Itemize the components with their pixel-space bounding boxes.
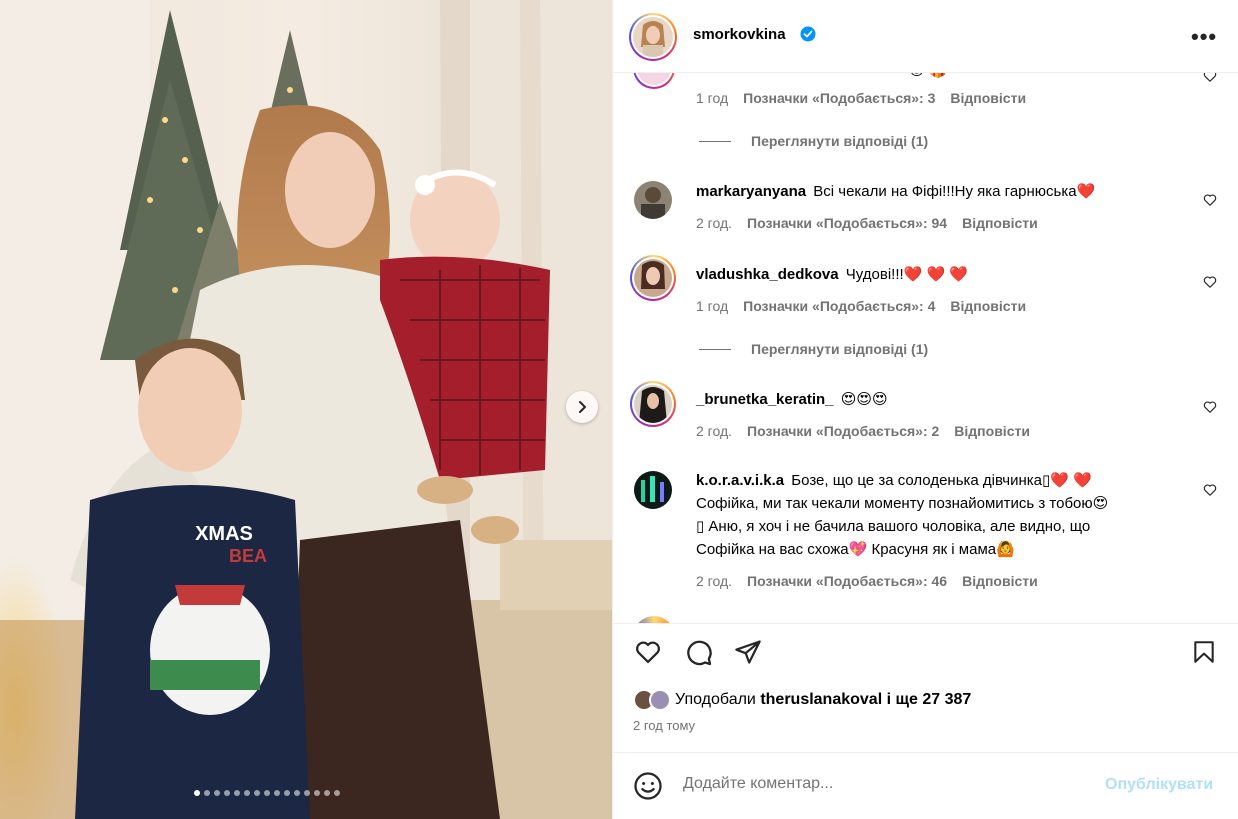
comment-meta: 1 год Позначки «Подобається»: 3 Відповіс… [696,90,1026,106]
comment-text: markaryanyana Всі чекали на Фіфі!!!Ну як… [696,183,1096,200]
comment-meta: 2 год. Позначки «Подобається»: 94 Відпов… [696,215,1038,231]
svg-text:BEA: BEA [229,546,267,566]
chevron-right-icon [579,401,586,413]
author-avatar[interactable] [629,13,677,61]
carousel-dot [244,790,250,796]
author-username[interactable]: smorkovkina [693,26,786,43]
comment-avatar[interactable] [633,180,673,220]
svg-text:XMAS: XMAS [195,523,253,545]
avatar-image [634,385,672,423]
carousel-dot [324,790,330,796]
reply-button[interactable]: Відповісти [954,423,1030,439]
carousel-dot [214,790,220,796]
reply-button[interactable]: Відповісти [962,573,1038,589]
comment-text: ​😌 🎁 [696,73,1186,82]
post-side-panel: smorkovkina ••• ​😌 🎁 1 год Позначки «Под… [612,0,1238,819]
carousel-dot [294,790,300,796]
comment-likes-count[interactable]: Позначки «Подобається»: 4 [743,298,935,314]
view-replies-button[interactable]: Переглянути відповіді (1) [699,133,928,149]
divider-line [699,348,731,350]
comment-time: 1 год [696,90,729,106]
carousel-dot [314,790,320,796]
comment-likes-count[interactable]: Позначки «Подобається»: 94 [747,215,947,231]
liker-avatar [649,689,671,711]
likes-summary[interactable]: Уподобали theruslanakoval і ще 27 387 [633,689,971,711]
family-photo-illustration: XMAS BEA [0,0,612,819]
carousel-dot [234,790,240,796]
comment-meta: 2 год. Позначки «Подобається»: 46 Відпов… [696,573,1038,589]
comment-avatar[interactable] [633,73,675,89]
avatar-image [633,17,673,57]
carousel-indicator [194,790,340,796]
heart-icon[interactable] [1203,275,1217,289]
avatar-image [634,471,672,509]
comment-username[interactable]: markaryanyana [696,183,806,200]
comment-username[interactable]: vladushka_dedkova [696,266,839,283]
carousel-dot [194,790,200,796]
avatar-image [634,181,672,219]
heart-icon[interactable] [1203,193,1217,207]
add-comment-bar: Опублікувати [613,752,1238,819]
comment-time: 2 год. [696,215,733,231]
bookmark-icon[interactable] [1191,638,1217,666]
publish-button[interactable]: Опублікувати [1105,776,1213,794]
emoji-icon[interactable] [633,771,663,801]
carousel-dot [304,790,310,796]
avatar-image [634,259,672,297]
comments-list: ​😌 🎁 1 год Позначки «Подобається»: 3 Від… [613,73,1238,623]
carousel-dot [224,790,230,796]
comment-meta: 1 год Позначки «Подобається»: 4 Відповіс… [696,298,1026,314]
comment-avatar[interactable] [633,470,673,510]
comment-avatar[interactable] [633,616,675,623]
reply-button[interactable]: Відповісти [950,298,1026,314]
carousel-dot [254,790,260,796]
heart-icon[interactable] [633,638,663,666]
comment-icon[interactable] [684,638,713,667]
reply-button[interactable]: Відповісти [962,215,1038,231]
comment-input[interactable] [683,775,1083,793]
carousel-dot [274,790,280,796]
comment-username[interactable]: k.o.r.a.v.i.k.a [696,472,784,489]
comment-time: 1 год [696,298,729,314]
reply-button[interactable]: Відповісти [950,90,1026,106]
comment-username[interactable]: _brunetka_keratin_ [696,391,834,408]
verified-badge-icon [800,26,816,42]
heart-icon[interactable] [1203,483,1217,497]
divider-line [699,140,731,142]
carousel-dot [334,790,340,796]
heart-icon[interactable] [1203,400,1217,414]
comment-time: 2 год. [696,573,733,589]
more-options-icon[interactable]: ••• [1191,24,1217,50]
comment-likes-count[interactable]: Позначки «Подобається»: 46 [747,573,947,589]
likes-text: Уподобали theruslanakoval і ще 27 387 [675,691,972,708]
comment-likes-count[interactable]: Позначки «Подобається»: 2 [747,423,939,439]
carousel-next-button[interactable] [566,391,598,423]
view-replies-button[interactable]: Переглянути відповіді (1) [699,341,928,357]
comment-avatar[interactable] [630,381,676,427]
share-icon[interactable] [733,638,763,666]
comment-time: 2 год. [696,423,733,439]
carousel-dot [204,790,210,796]
post-actions: Уподобали theruslanakoval і ще 27 387 2 … [613,623,1238,753]
comment-meta: 2 год. Позначки «Подобається»: 2 Відпові… [696,423,1030,439]
post-photo[interactable]: XMAS BEA [0,0,612,819]
comment-text: vladushka_dedkova Чудові!!!❤️ ❤️ ❤️ [696,266,969,283]
carousel-dot [264,790,270,796]
post-header: smorkovkina ••• [613,0,1238,73]
comment-avatar[interactable] [630,255,676,301]
carousel-dot [284,790,290,796]
liker-username[interactable]: theruslanakoval [760,691,882,708]
comment-text: k.o.r.a.v.i.k.a Бозе, що це за солоденьк… [696,472,1109,558]
heart-icon[interactable] [1203,73,1217,83]
post-timestamp[interactable]: 2 год тому [633,718,695,733]
comment-likes-count[interactable]: Позначки «Подобається»: 3 [743,90,935,106]
comment-text: _brunetka_keratin_ 😍😍😍 [696,391,888,408]
